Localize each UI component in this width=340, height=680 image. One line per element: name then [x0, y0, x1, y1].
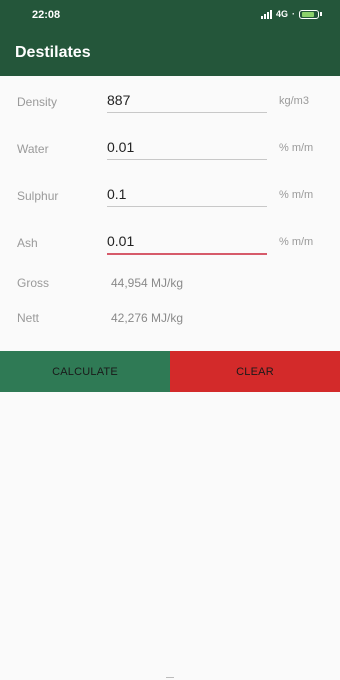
battery-tip: [320, 12, 322, 16]
density-input[interactable]: [107, 88, 267, 113]
water-input[interactable]: [107, 135, 267, 160]
density-row: Density kg/m3: [0, 86, 340, 134]
clear-button[interactable]: CLEAR: [170, 351, 340, 392]
signal-icon: [260, 9, 272, 19]
ash-unit: % m/m: [279, 236, 314, 248]
density-unit: kg/m3: [279, 95, 309, 107]
network-type: 4G: [275, 9, 288, 19]
nett-label: Nett: [17, 311, 40, 325]
battery-icon: [299, 9, 319, 19]
ash-row: Ash % m/m: [0, 227, 340, 275]
sulphur-label: Sulphur: [17, 189, 59, 203]
app-bar: Destilates: [0, 30, 340, 76]
gross-value: 44,954 MJ/kg: [111, 276, 184, 290]
page-title: Destilates: [15, 44, 91, 61]
nett-value: 42,276 MJ/kg: [111, 311, 184, 325]
sulphur-unit: % m/m: [279, 189, 314, 201]
gross-label: Gross: [17, 276, 50, 290]
water-row: Water % m/m: [0, 133, 340, 181]
ash-label: Ash: [17, 236, 38, 250]
calculate-button[interactable]: CALCULATE: [0, 351, 170, 392]
density-label: Density: [17, 95, 58, 109]
sulphur-input[interactable]: [107, 182, 267, 207]
status-time: 22:08: [32, 9, 61, 21]
status-icons: 4G ·: [260, 9, 322, 19]
ash-input[interactable]: [107, 229, 267, 255]
water-unit: % m/m: [279, 142, 314, 154]
status-bar: 22:08 4G ·: [0, 0, 340, 30]
sulphur-row: Sulphur % m/m: [0, 180, 340, 228]
dot-separator: ·: [292, 9, 295, 19]
water-label: Water: [17, 142, 49, 156]
home-handle[interactable]: [166, 677, 174, 678]
